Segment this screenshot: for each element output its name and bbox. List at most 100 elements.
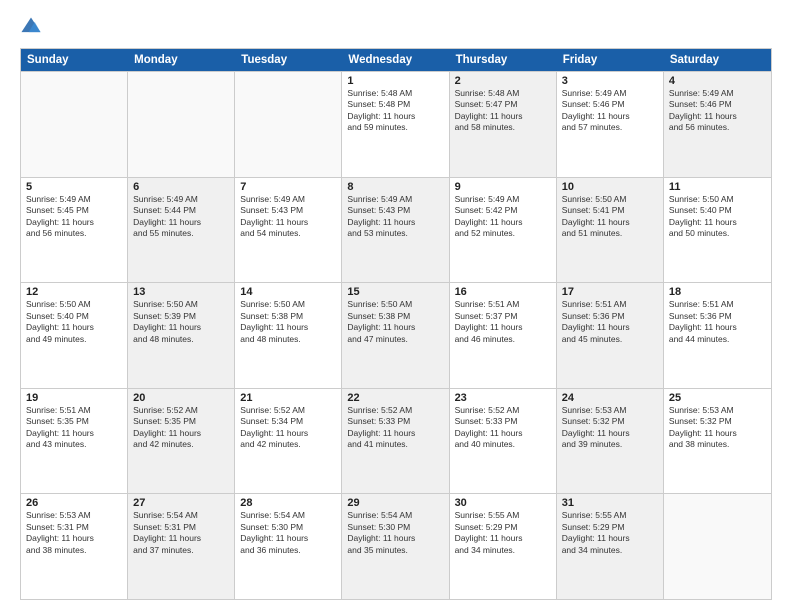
header-day-thursday: Thursday xyxy=(450,49,557,71)
day-number: 1 xyxy=(347,75,443,87)
day-info: Sunrise: 5:52 AM Sunset: 5:34 PM Dayligh… xyxy=(240,405,336,451)
day-number: 4 xyxy=(669,75,766,87)
header-day-wednesday: Wednesday xyxy=(342,49,449,71)
day-number: 2 xyxy=(455,75,551,87)
empty-cell xyxy=(128,72,235,177)
day-cell-10: 10Sunrise: 5:50 AM Sunset: 5:41 PM Dayli… xyxy=(557,178,664,283)
day-number: 18 xyxy=(669,286,766,298)
day-info: Sunrise: 5:49 AM Sunset: 5:43 PM Dayligh… xyxy=(347,194,443,240)
day-info: Sunrise: 5:49 AM Sunset: 5:44 PM Dayligh… xyxy=(133,194,229,240)
day-info: Sunrise: 5:54 AM Sunset: 5:30 PM Dayligh… xyxy=(347,510,443,556)
week-row-3: 12Sunrise: 5:50 AM Sunset: 5:40 PM Dayli… xyxy=(21,282,771,388)
day-number: 8 xyxy=(347,181,443,193)
day-info: Sunrise: 5:53 AM Sunset: 5:32 PM Dayligh… xyxy=(562,405,658,451)
day-cell-16: 16Sunrise: 5:51 AM Sunset: 5:37 PM Dayli… xyxy=(450,283,557,388)
day-cell-8: 8Sunrise: 5:49 AM Sunset: 5:43 PM Daylig… xyxy=(342,178,449,283)
day-number: 24 xyxy=(562,392,658,404)
day-number: 20 xyxy=(133,392,229,404)
day-cell-30: 30Sunrise: 5:55 AM Sunset: 5:29 PM Dayli… xyxy=(450,494,557,599)
week-row-1: 1Sunrise: 5:48 AM Sunset: 5:48 PM Daylig… xyxy=(21,71,771,177)
day-number: 22 xyxy=(347,392,443,404)
day-info: Sunrise: 5:49 AM Sunset: 5:42 PM Dayligh… xyxy=(455,194,551,240)
day-cell-6: 6Sunrise: 5:49 AM Sunset: 5:44 PM Daylig… xyxy=(128,178,235,283)
day-cell-14: 14Sunrise: 5:50 AM Sunset: 5:38 PM Dayli… xyxy=(235,283,342,388)
day-info: Sunrise: 5:49 AM Sunset: 5:46 PM Dayligh… xyxy=(669,88,766,134)
empty-cell xyxy=(21,72,128,177)
logo xyxy=(20,16,46,38)
day-number: 5 xyxy=(26,181,122,193)
header-day-friday: Friday xyxy=(557,49,664,71)
calendar: SundayMondayTuesdayWednesdayThursdayFrid… xyxy=(20,48,772,600)
day-cell-22: 22Sunrise: 5:52 AM Sunset: 5:33 PM Dayli… xyxy=(342,389,449,494)
day-info: Sunrise: 5:51 AM Sunset: 5:37 PM Dayligh… xyxy=(455,299,551,345)
day-number: 13 xyxy=(133,286,229,298)
day-cell-28: 28Sunrise: 5:54 AM Sunset: 5:30 PM Dayli… xyxy=(235,494,342,599)
day-cell-12: 12Sunrise: 5:50 AM Sunset: 5:40 PM Dayli… xyxy=(21,283,128,388)
day-cell-17: 17Sunrise: 5:51 AM Sunset: 5:36 PM Dayli… xyxy=(557,283,664,388)
day-cell-25: 25Sunrise: 5:53 AM Sunset: 5:32 PM Dayli… xyxy=(664,389,771,494)
day-cell-19: 19Sunrise: 5:51 AM Sunset: 5:35 PM Dayli… xyxy=(21,389,128,494)
day-number: 11 xyxy=(669,181,766,193)
day-info: Sunrise: 5:50 AM Sunset: 5:39 PM Dayligh… xyxy=(133,299,229,345)
day-info: Sunrise: 5:51 AM Sunset: 5:36 PM Dayligh… xyxy=(669,299,766,345)
day-number: 29 xyxy=(347,497,443,509)
day-number: 14 xyxy=(240,286,336,298)
day-number: 10 xyxy=(562,181,658,193)
header-day-tuesday: Tuesday xyxy=(235,49,342,71)
day-number: 28 xyxy=(240,497,336,509)
header-day-saturday: Saturday xyxy=(664,49,771,71)
day-number: 6 xyxy=(133,181,229,193)
day-cell-26: 26Sunrise: 5:53 AM Sunset: 5:31 PM Dayli… xyxy=(21,494,128,599)
day-info: Sunrise: 5:48 AM Sunset: 5:47 PM Dayligh… xyxy=(455,88,551,134)
week-row-4: 19Sunrise: 5:51 AM Sunset: 5:35 PM Dayli… xyxy=(21,388,771,494)
day-info: Sunrise: 5:49 AM Sunset: 5:45 PM Dayligh… xyxy=(26,194,122,240)
day-number: 27 xyxy=(133,497,229,509)
calendar-body: 1Sunrise: 5:48 AM Sunset: 5:48 PM Daylig… xyxy=(21,71,771,599)
day-cell-13: 13Sunrise: 5:50 AM Sunset: 5:39 PM Dayli… xyxy=(128,283,235,388)
day-info: Sunrise: 5:52 AM Sunset: 5:35 PM Dayligh… xyxy=(133,405,229,451)
day-info: Sunrise: 5:50 AM Sunset: 5:38 PM Dayligh… xyxy=(347,299,443,345)
day-number: 26 xyxy=(26,497,122,509)
day-number: 12 xyxy=(26,286,122,298)
day-info: Sunrise: 5:53 AM Sunset: 5:31 PM Dayligh… xyxy=(26,510,122,556)
day-info: Sunrise: 5:50 AM Sunset: 5:38 PM Dayligh… xyxy=(240,299,336,345)
day-cell-1: 1Sunrise: 5:48 AM Sunset: 5:48 PM Daylig… xyxy=(342,72,449,177)
day-cell-23: 23Sunrise: 5:52 AM Sunset: 5:33 PM Dayli… xyxy=(450,389,557,494)
day-number: 30 xyxy=(455,497,551,509)
day-info: Sunrise: 5:55 AM Sunset: 5:29 PM Dayligh… xyxy=(455,510,551,556)
day-cell-9: 9Sunrise: 5:49 AM Sunset: 5:42 PM Daylig… xyxy=(450,178,557,283)
day-cell-21: 21Sunrise: 5:52 AM Sunset: 5:34 PM Dayli… xyxy=(235,389,342,494)
day-info: Sunrise: 5:51 AM Sunset: 5:36 PM Dayligh… xyxy=(562,299,658,345)
day-cell-15: 15Sunrise: 5:50 AM Sunset: 5:38 PM Dayli… xyxy=(342,283,449,388)
week-row-5: 26Sunrise: 5:53 AM Sunset: 5:31 PM Dayli… xyxy=(21,493,771,599)
week-row-2: 5Sunrise: 5:49 AM Sunset: 5:45 PM Daylig… xyxy=(21,177,771,283)
page: SundayMondayTuesdayWednesdayThursdayFrid… xyxy=(0,0,792,612)
day-cell-31: 31Sunrise: 5:55 AM Sunset: 5:29 PM Dayli… xyxy=(557,494,664,599)
day-info: Sunrise: 5:53 AM Sunset: 5:32 PM Dayligh… xyxy=(669,405,766,451)
day-cell-11: 11Sunrise: 5:50 AM Sunset: 5:40 PM Dayli… xyxy=(664,178,771,283)
header-day-sunday: Sunday xyxy=(21,49,128,71)
empty-cell xyxy=(664,494,771,599)
day-number: 15 xyxy=(347,286,443,298)
day-cell-27: 27Sunrise: 5:54 AM Sunset: 5:31 PM Dayli… xyxy=(128,494,235,599)
day-info: Sunrise: 5:52 AM Sunset: 5:33 PM Dayligh… xyxy=(347,405,443,451)
day-number: 3 xyxy=(562,75,658,87)
day-number: 17 xyxy=(562,286,658,298)
logo-icon xyxy=(20,16,42,38)
day-info: Sunrise: 5:52 AM Sunset: 5:33 PM Dayligh… xyxy=(455,405,551,451)
day-cell-5: 5Sunrise: 5:49 AM Sunset: 5:45 PM Daylig… xyxy=(21,178,128,283)
day-info: Sunrise: 5:51 AM Sunset: 5:35 PM Dayligh… xyxy=(26,405,122,451)
day-info: Sunrise: 5:49 AM Sunset: 5:46 PM Dayligh… xyxy=(562,88,658,134)
day-info: Sunrise: 5:48 AM Sunset: 5:48 PM Dayligh… xyxy=(347,88,443,134)
day-cell-7: 7Sunrise: 5:49 AM Sunset: 5:43 PM Daylig… xyxy=(235,178,342,283)
header-day-monday: Monday xyxy=(128,49,235,71)
day-info: Sunrise: 5:55 AM Sunset: 5:29 PM Dayligh… xyxy=(562,510,658,556)
day-info: Sunrise: 5:50 AM Sunset: 5:41 PM Dayligh… xyxy=(562,194,658,240)
day-cell-20: 20Sunrise: 5:52 AM Sunset: 5:35 PM Dayli… xyxy=(128,389,235,494)
day-cell-2: 2Sunrise: 5:48 AM Sunset: 5:47 PM Daylig… xyxy=(450,72,557,177)
day-info: Sunrise: 5:50 AM Sunset: 5:40 PM Dayligh… xyxy=(669,194,766,240)
day-number: 19 xyxy=(26,392,122,404)
day-number: 7 xyxy=(240,181,336,193)
day-cell-24: 24Sunrise: 5:53 AM Sunset: 5:32 PM Dayli… xyxy=(557,389,664,494)
day-info: Sunrise: 5:54 AM Sunset: 5:30 PM Dayligh… xyxy=(240,510,336,556)
